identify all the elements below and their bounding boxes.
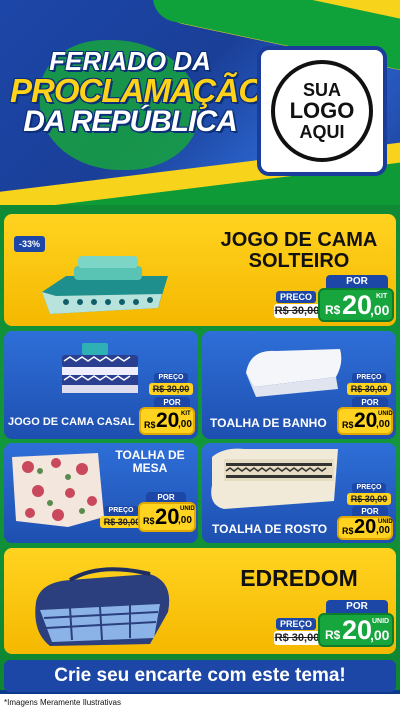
product-card-edredom[interactable]: EDREDOM PREÇO R$ 30,00 POR R$ 20 ,00 UNI… <box>4 548 396 654</box>
preco-label: PREÇO <box>104 506 138 516</box>
product-name: TOALHA DE MESA <box>108 449 192 474</box>
por-label: POR <box>326 275 388 288</box>
old-price: R$ 30,00 <box>347 493 391 505</box>
product-card-toalha-banho[interactable]: TOALHA DE BANHO PREÇO R$ 30,00 POR R$ 20… <box>202 331 396 439</box>
preco-label: PREÇO <box>352 483 386 493</box>
product-name-line1: TOALHA DE <box>115 448 185 462</box>
currency: R$ <box>325 628 341 642</box>
cta-button[interactable]: Crie seu encarte com este tema! <box>4 660 396 692</box>
product-name: TOALHA DE BANHO <box>210 416 327 430</box>
disclaimer-note: *Imagens Meramente Ilustrativas <box>0 694 400 711</box>
currency: R$ <box>143 516 155 526</box>
price-value: 20 <box>342 615 373 645</box>
product-card-jogo-cama-casal[interactable]: JOGO DE CAMA CASAL PREÇO R$ 30,00 POR R$… <box>4 331 198 439</box>
product-name-line1: JOGO DE CAMA <box>220 229 378 251</box>
tablecloth-image <box>12 453 104 527</box>
price-cents: ,00 <box>370 627 390 643</box>
price-unit: UNID <box>372 618 390 625</box>
currency: R$ <box>144 420 156 430</box>
price-tag: R$ 20 ,00 UNID <box>318 613 394 647</box>
bedsheet-image <box>42 256 168 314</box>
preco-label: PREÇO <box>154 373 188 383</box>
price-cents: ,00 <box>376 419 390 430</box>
preco-label: PRECO <box>276 291 316 303</box>
old-price: R$ 30,00 <box>347 383 391 395</box>
price-unit: KIT <box>376 293 388 300</box>
price-unit: UNID <box>378 519 393 525</box>
product-card-jogo-cama-solteiro[interactable]: -33% JOGO DE CAMA SOLTEIRO PRECO R$ 30,0… <box>4 214 396 326</box>
title-line2: PROCLAMAÇÃO <box>10 72 264 109</box>
logo-text-line3: AQUI <box>299 121 345 142</box>
title-line1: FERIADO DA <box>49 46 211 76</box>
price-value: 20 <box>342 290 373 320</box>
por-label: POR <box>326 600 388 613</box>
product-name: EDREDOM <box>240 565 358 591</box>
price-value: 20 <box>354 516 377 538</box>
price-tag: R$ 20 ,00 UNID <box>138 502 196 532</box>
product-name: JOGO DE CAMA SOLTEIRO <box>204 230 394 272</box>
old-price: R$ 30,00 <box>274 304 320 318</box>
price-unit: UNID <box>180 506 195 512</box>
product-name: JOGO DE CAMA CASAL <box>8 416 135 428</box>
price-tag: R$ 20 ,00 UNID <box>337 516 393 540</box>
page-title: FERIADO DA PROCLAMAÇÃO DA REPÚBLICA <box>10 46 264 138</box>
product-card-toalha-rosto[interactable]: TOALHA DE ROSTO PREÇO R$ 30,00 POR R$ 20… <box>202 443 396 543</box>
currency: R$ <box>342 420 354 430</box>
price-cents: ,00 <box>178 515 192 526</box>
product-name-line2: SOLTEIRO <box>248 250 350 272</box>
price-value: 20 <box>155 504 180 529</box>
bedding-set-image <box>62 343 138 393</box>
price-unit: KIT <box>181 411 191 417</box>
price-value: 20 <box>156 409 180 432</box>
price-value: 20 <box>354 409 378 432</box>
logo-placeholder[interactable]: SUA LOGO AQUI <box>257 46 387 176</box>
currency: R$ <box>342 526 354 536</box>
old-price: R$ 30,00 <box>274 631 320 645</box>
comforter-image <box>35 567 170 646</box>
product-name-line2: MESA <box>132 460 168 475</box>
preco-label: PREÇO <box>276 618 316 630</box>
towel-image <box>246 349 342 397</box>
old-price: R$ 30,00 <box>149 383 193 395</box>
price-tag: R$ 20 ,00 UNID <box>337 407 393 435</box>
product-card-toalha-mesa[interactable]: TOALHA DE MESA PREÇO R$ 30,00 POR R$ 20 … <box>4 443 198 543</box>
currency: R$ <box>325 303 341 317</box>
title-line3: DA REPÚBLICA <box>23 105 238 138</box>
preco-label: PREÇO <box>352 373 386 383</box>
product-name: TOALHA DE ROSTO <box>212 522 328 536</box>
price-cents: ,00 <box>178 419 192 430</box>
price-cents: ,00 <box>376 525 390 536</box>
logo-text-line2: LOGO <box>289 98 355 124</box>
header-banner: FERIADO DA PROCLAMAÇÃO DA REPÚBLICA SUA … <box>0 0 400 205</box>
face-towel-image <box>211 448 338 509</box>
price-unit: UNID <box>378 411 393 417</box>
logo-circle: SUA LOGO AQUI <box>271 60 373 162</box>
price-tag: R$ 20 ,00 KIT <box>318 288 394 322</box>
price-cents: ,00 <box>370 302 390 318</box>
logo-text-line1: SUA <box>302 79 341 100</box>
price-tag: R$ 20 ,00 KIT <box>139 407 195 435</box>
